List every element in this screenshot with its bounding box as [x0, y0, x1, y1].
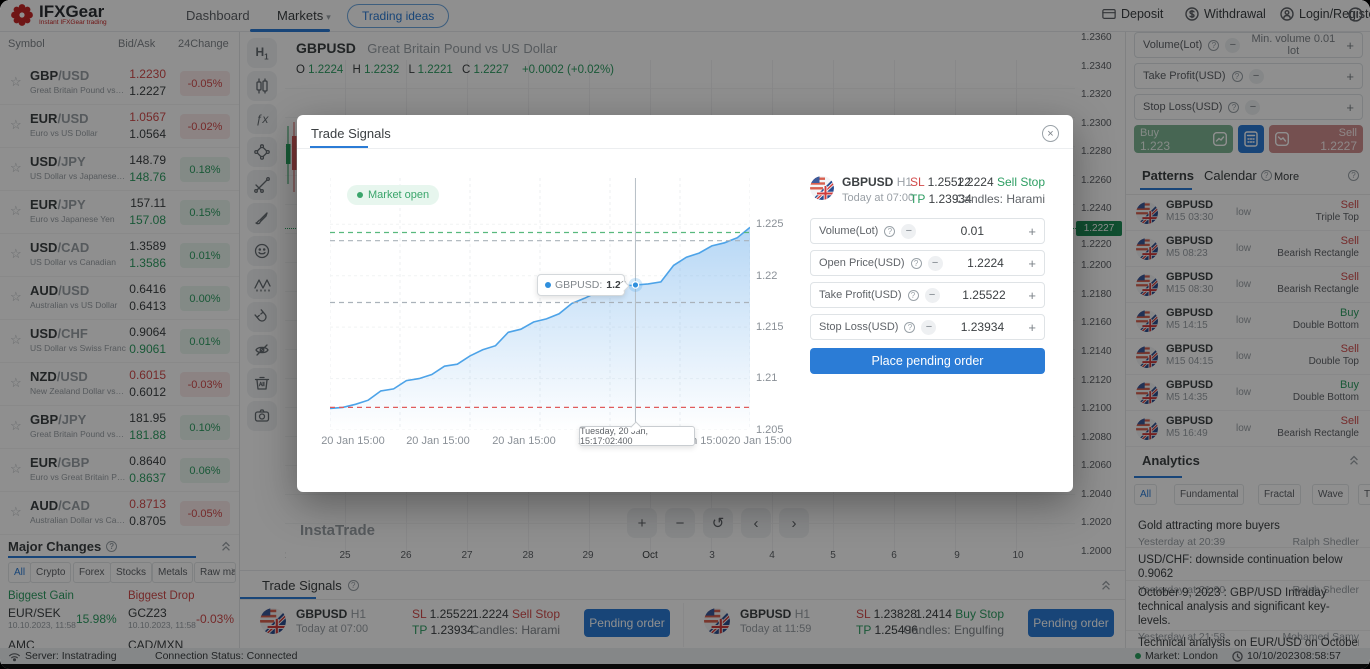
help-icon[interactable]	[911, 258, 922, 269]
stop-loss-value[interactable]: 1.23934	[942, 320, 1022, 334]
x-axis-label: 20 Jan 15:00	[395, 435, 481, 447]
signal-candles: Candles: Harami	[905, 192, 1045, 206]
open-price-label: Open Price(USD)	[819, 257, 905, 269]
signal-price: 1.2224	[957, 175, 994, 189]
app-window: IFXGear Instant IFXGear trading Dashboar…	[0, 0, 1370, 669]
volume-field[interactable]: Volume(Lot) 0.01	[810, 218, 1045, 244]
trade-signals-modal: Trade Signals Market open 1.225 1.22 1.2…	[297, 115, 1073, 492]
plus-stepper[interactable]	[1028, 288, 1036, 303]
plus-stepper[interactable]	[1028, 224, 1036, 239]
plus-stepper[interactable]	[1028, 256, 1036, 271]
signal-chart[interactable]	[330, 178, 750, 430]
market-open-badge: Market open	[347, 185, 439, 205]
y-axis-tick: 1.225	[756, 218, 794, 230]
volume-label: Volume(Lot)	[819, 225, 878, 237]
price-tooltip: GBPUSD: 1.22	[537, 274, 625, 296]
plus-stepper[interactable]	[1028, 320, 1036, 335]
open-price-value[interactable]: 1.2224	[949, 256, 1023, 270]
take-profit-label: Take Profit(USD)	[819, 289, 902, 301]
take-profit-field[interactable]: Take Profit(USD) 1.25522	[810, 282, 1045, 308]
take-profit-value[interactable]: 1.25522	[946, 288, 1023, 302]
minus-stepper[interactable]	[928, 256, 943, 271]
place-pending-order-button[interactable]: Place pending order	[810, 348, 1045, 374]
minus-stepper[interactable]	[925, 288, 940, 303]
signal-symbol: GBPUSD	[842, 175, 893, 189]
minus-stepper[interactable]	[921, 320, 936, 335]
modal-tab-trade-signals[interactable]: Trade Signals	[311, 126, 391, 141]
stop-loss-field[interactable]: Stop Loss(USD) 1.23934	[810, 314, 1045, 340]
x-axis-label: 20 Jan 15:00	[717, 435, 803, 447]
open-price-field[interactable]: Open Price(USD) 1.2224	[810, 250, 1045, 276]
help-icon[interactable]	[884, 226, 895, 237]
help-icon[interactable]	[908, 290, 919, 301]
help-icon[interactable]	[904, 322, 915, 333]
stop-loss-label: Stop Loss(USD)	[819, 321, 898, 333]
volume-value[interactable]: 0.01	[922, 224, 1022, 238]
y-axis-tick: 1.21	[756, 372, 794, 384]
series-dot-icon	[545, 282, 551, 288]
signal-side: Sell Stop	[997, 175, 1045, 189]
x-axis-label: 20 Jan 15:00	[481, 435, 567, 447]
x-axis-label: 20 Jan 15:00	[310, 435, 396, 447]
y-axis-tick: 1.22	[756, 270, 794, 282]
gbpusd-flag-icon	[810, 176, 834, 200]
close-icon[interactable]	[1042, 125, 1059, 142]
y-axis-tick: 1.215	[756, 321, 794, 333]
time-tooltip: Tuesday, 20 Jan, 15:17:02:400	[579, 426, 695, 446]
minus-stepper[interactable]	[901, 224, 916, 239]
signal-time: Today at 07:00	[842, 192, 914, 204]
